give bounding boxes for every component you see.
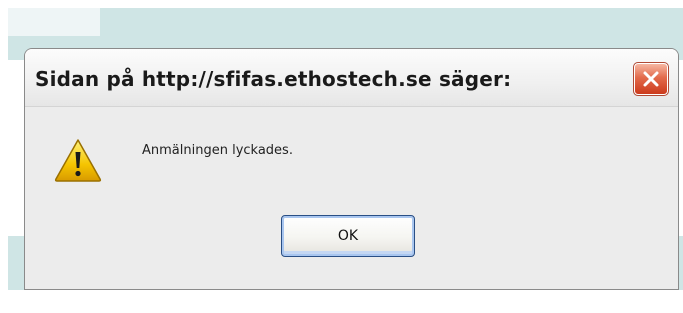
dialog-titlebar[interactable]: Sidan på http://sfifas.ethostech.se säge… [25,49,678,107]
page-header-tab [8,8,100,36]
ok-button[interactable]: OK [281,215,415,257]
dialog-title: Sidan på http://sfifas.ethostech.se säge… [35,67,512,91]
ok-button-label: OK [337,228,359,244]
warning-icon [53,137,103,183]
close-icon [641,69,661,89]
browser-page-background: Sidan på http://sfifas.ethostech.se säge… [0,0,683,313]
dialog-message: Anmälningen lyckades. [142,143,293,158]
close-button[interactable] [633,62,669,96]
dialog-body: Anmälningen lyckades. OK [25,107,678,289]
alert-dialog: Sidan på http://sfifas.ethostech.se säge… [24,48,679,290]
